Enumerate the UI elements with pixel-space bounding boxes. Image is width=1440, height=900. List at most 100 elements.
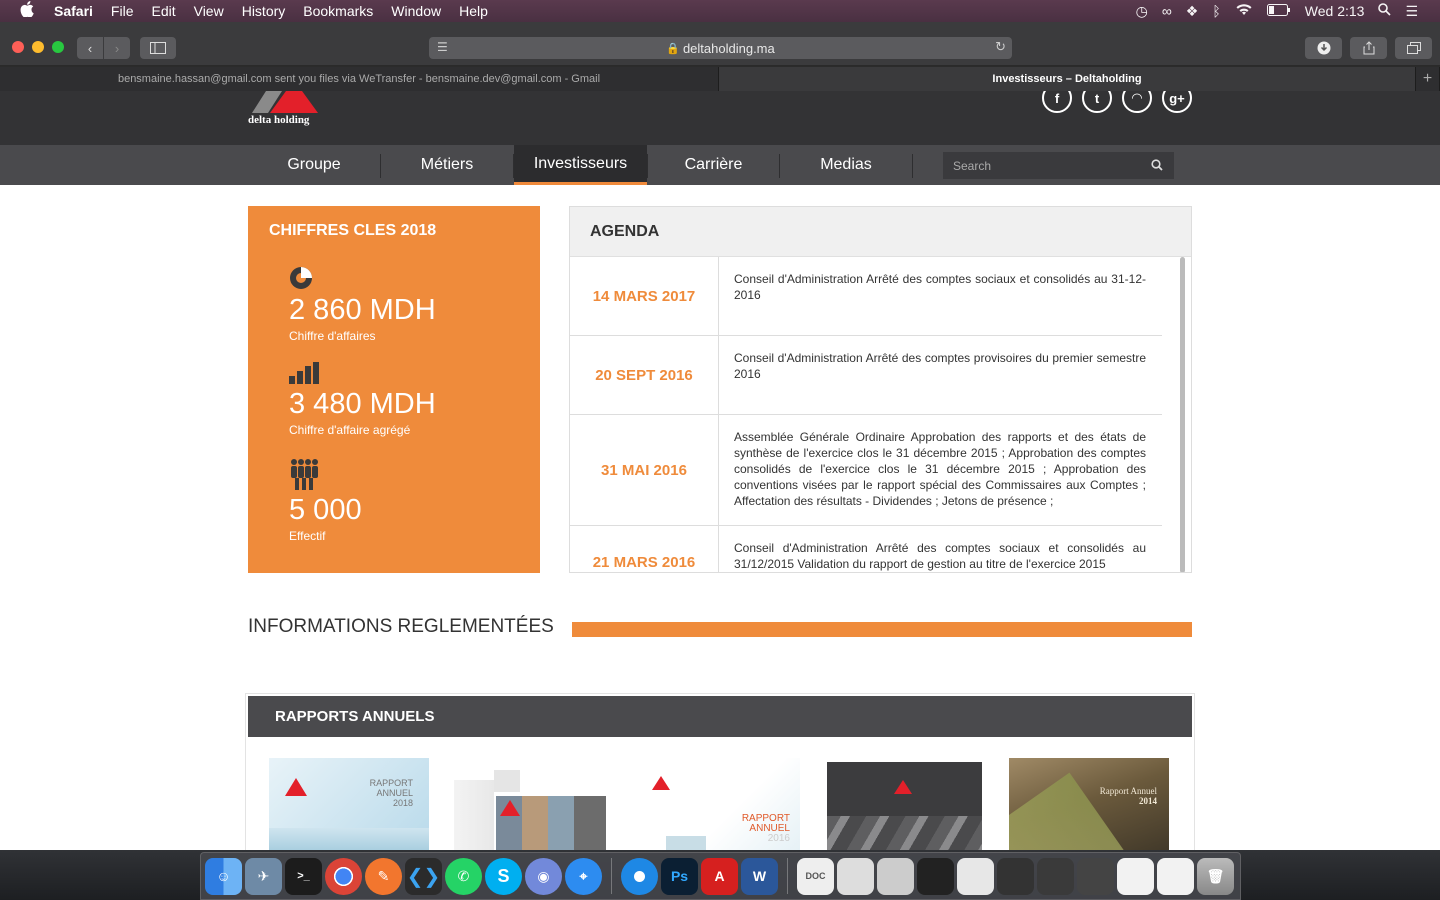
agenda-row: 20 SEPT 2016 Conseil d'Administration Ar… — [570, 336, 1162, 415]
menu-help[interactable]: Help — [459, 3, 488, 19]
facebook-icon[interactable]: f — [1042, 91, 1072, 113]
delta-logo-icon — [652, 776, 670, 790]
creative-cloud-icon[interactable]: ∞ — [1162, 3, 1172, 19]
site-search-input[interactable]: Search — [943, 152, 1174, 179]
nav-separator — [912, 154, 913, 178]
minimized-window-icon[interactable] — [957, 857, 994, 895]
agenda-date: 20 SEPT 2016 — [570, 336, 719, 414]
tab-label: Investisseurs – Deltaholding — [992, 73, 1142, 85]
menu-app-name[interactable]: Safari — [54, 3, 93, 19]
minimized-window-icon[interactable] — [917, 857, 954, 895]
close-window-button[interactable] — [12, 41, 24, 53]
kpi-label: Chiffre d'affaires — [289, 329, 376, 343]
menu-view[interactable]: View — [194, 3, 224, 19]
word-icon[interactable]: W — [741, 857, 778, 895]
whatsapp-icon[interactable]: ✆ — [445, 857, 482, 895]
new-tab-button[interactable]: + — [1416, 67, 1440, 91]
bluetooth-icon[interactable]: ᛒ — [1212, 3, 1220, 19]
chrome-icon[interactable] — [325, 857, 362, 895]
agenda-panel[interactable]: AGENDA 14 MARS 2017 Conseil d'Administra… — [569, 206, 1192, 573]
tab-deltaholding[interactable]: Investisseurs – Deltaholding — [719, 67, 1416, 91]
time-machine-icon[interactable]: ◷ — [1136, 3, 1148, 20]
terminal-icon[interactable]: >_ — [285, 857, 322, 895]
report-thumb-2017[interactable] — [454, 758, 606, 850]
report-thumb-2016[interactable]: RAPPORT ANNUEL 2016 — [646, 758, 800, 850]
tab-gmail[interactable]: bensmaine.hassan@gmail.com sent you file… — [0, 67, 719, 91]
twitter-icon[interactable]: t — [1082, 91, 1112, 113]
kpi-effectif: 5 000 Effectif — [289, 458, 362, 543]
preview-icon[interactable]: ✈ — [245, 857, 282, 895]
skype-icon[interactable]: S — [485, 857, 522, 895]
menu-bookmarks[interactable]: Bookmarks — [303, 3, 373, 19]
safari-icon[interactable]: ✦ — [621, 857, 658, 895]
minimized-window-icon[interactable] — [837, 857, 874, 895]
clock[interactable]: Wed 2:13 — [1305, 3, 1365, 19]
agenda-text: Conseil d'Administration Arrêté des comp… — [734, 272, 1146, 302]
address-bar[interactable]: ☰ 🔒 deltaholding.ma ↻ — [429, 37, 1012, 59]
document-icon[interactable]: DOC — [797, 857, 834, 895]
wifi-icon[interactable] — [1235, 3, 1253, 19]
maps-pin-icon[interactable]: ⌖ — [565, 857, 602, 895]
menu-edit[interactable]: Edit — [151, 3, 175, 19]
downloads-button[interactable] — [1305, 37, 1342, 59]
dock-separator — [787, 858, 788, 894]
report-thumb-2015[interactable] — [827, 762, 982, 850]
download-icon — [1317, 41, 1330, 55]
show-tabs-button[interactable] — [1395, 37, 1432, 59]
reader-icon[interactable]: ☰ — [437, 40, 448, 54]
apple-icon[interactable] — [0, 1, 54, 21]
forward-button[interactable]: › — [104, 37, 130, 59]
nav-groupe[interactable]: Groupe — [248, 145, 380, 185]
regulated-info-title: INFORMATIONS REGLEMENTÉES — [248, 616, 554, 637]
sidebar-toggle-button[interactable] — [140, 37, 176, 59]
key-figures-title: CHIFFRES CLES 2018 — [269, 222, 437, 239]
menu-history[interactable]: History — [242, 3, 286, 19]
report-thumb-2014[interactable]: Rapport Annuel 2014 — [1009, 758, 1169, 850]
sketch-icon[interactable]: ✎ — [365, 857, 402, 895]
photoshop-icon[interactable]: Ps — [661, 857, 698, 895]
minimized-window-icon[interactable] — [1077, 857, 1114, 895]
report-thumb-2018[interactable]: RAPPORT ANNUEL 2018 — [269, 758, 429, 850]
menu-window[interactable]: Window — [391, 3, 441, 19]
finder-icon[interactable]: ☺ — [205, 857, 242, 895]
agenda-scrollbar[interactable] — [1180, 257, 1185, 572]
delta-logo-icon — [894, 780, 912, 794]
site-logo[interactable]: delta holding — [248, 91, 328, 131]
spotlight-icon[interactable] — [1378, 3, 1392, 19]
nav-metiers[interactable]: Métiers — [381, 145, 513, 185]
menu-file[interactable]: File — [111, 3, 134, 19]
annual-reports-title[interactable]: RAPPORTS ANNUELS — [248, 696, 1192, 737]
nav-medias[interactable]: Medias — [780, 145, 912, 185]
minimized-window-icon[interactable] — [1117, 857, 1154, 895]
agenda-row: 21 MARS 2016 Conseil d'Administration Ar… — [570, 526, 1162, 572]
share-button[interactable] — [1350, 37, 1387, 59]
key-figures-card: CHIFFRES CLES 2018 2 860 MDH Chiffre d'a… — [248, 206, 540, 573]
google-plus-icon[interactable]: g+ — [1162, 91, 1192, 113]
search-icon[interactable] — [1150, 158, 1164, 172]
minimized-window-icon[interactable] — [997, 857, 1034, 895]
kpi-value: 2 860 MDH — [289, 294, 436, 326]
minimized-window-icon[interactable] — [877, 857, 914, 895]
nav-investisseurs[interactable]: Investisseurs — [514, 145, 647, 185]
back-button[interactable]: ‹ — [77, 37, 104, 59]
trash-icon[interactable]: 🗑 — [1197, 857, 1234, 895]
kpi-chiffre-affaires: 2 860 MDH Chiffre d'affaires — [289, 266, 436, 343]
discord-icon[interactable]: ◉ — [525, 857, 562, 895]
minimize-window-button[interactable] — [32, 41, 44, 53]
agenda-date: 21 MARS 2016 — [570, 526, 719, 572]
vscode-icon[interactable]: ❮❯ — [405, 857, 442, 895]
dropbox-icon[interactable]: ❖ — [1186, 3, 1199, 20]
kpi-label: Chiffre d'affaire agrégé — [289, 423, 411, 437]
minimized-window-icon[interactable] — [1037, 857, 1074, 895]
notification-center-icon[interactable]: ☰ — [1405, 3, 1418, 20]
zoom-window-button[interactable] — [52, 41, 64, 53]
acrobat-icon[interactable]: A — [701, 857, 738, 895]
nav-carriere[interactable]: Carrière — [648, 145, 779, 185]
section-accent-bar — [572, 622, 1192, 637]
browser-toolbar: ‹ › ☰ 🔒 deltaholding.ma ↻ — [0, 22, 1440, 66]
minimized-window-icon[interactable] — [1157, 857, 1194, 895]
rss-icon[interactable]: ◠ — [1122, 91, 1152, 113]
battery-icon[interactable] — [1266, 3, 1291, 19]
agenda-row: 31 MAI 2016 Assemblée Générale Ordinaire… — [570, 415, 1162, 526]
reload-icon[interactable]: ↻ — [995, 39, 1006, 55]
